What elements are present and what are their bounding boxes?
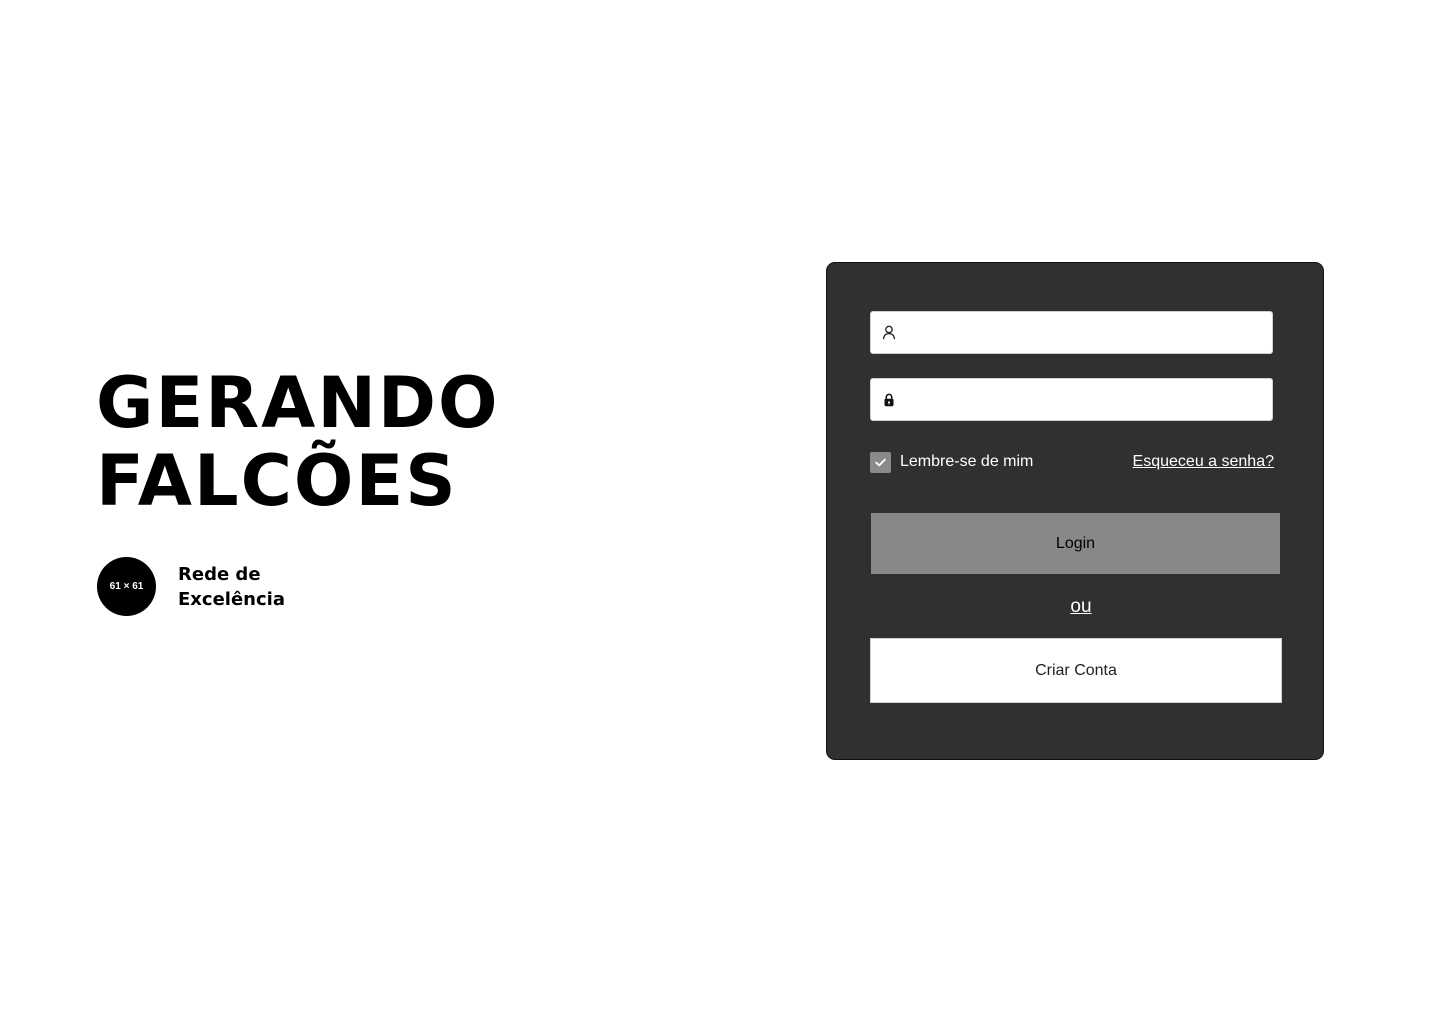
network-logo-placeholder: 61 × 61 — [97, 557, 156, 616]
login-page: GERANDO FALCÕES 61 × 61 Rede de Excelênc… — [0, 0, 1440, 1024]
forgot-password-link[interactable]: Esqueceu a senha? — [1133, 453, 1274, 471]
username-input[interactable] — [907, 312, 1272, 353]
remember-label: Lembre-se de mim — [900, 453, 1034, 470]
brand-title-line1: GERANDO — [96, 362, 500, 444]
or-separator: ou — [1070, 596, 1092, 617]
password-input[interactable] — [907, 379, 1272, 420]
password-field[interactable] — [870, 378, 1273, 421]
username-field[interactable] — [870, 311, 1273, 354]
network-label-line2: Excelência — [178, 588, 285, 610]
login-button[interactable]: Login — [871, 513, 1280, 574]
remember-me[interactable]: Lembre-se de mim — [870, 451, 1034, 473]
remember-checkbox[interactable] — [870, 451, 891, 473]
badge-text: 61 × 61 — [109, 581, 144, 592]
create-account-button[interactable]: Criar Conta — [870, 638, 1282, 703]
login-options: Lembre-se de mim Esqueceu a senha? — [870, 451, 1274, 473]
network-label: Rede de Excelência — [178, 562, 285, 612]
user-icon — [871, 312, 907, 353]
login-card: Lembre-se de mim Esqueceu a senha? Login… — [826, 262, 1324, 760]
network-block: 61 × 61 Rede de Excelência — [97, 557, 285, 616]
brand-title: GERANDO FALCÕES — [96, 364, 500, 520]
lock-icon — [871, 379, 907, 420]
network-label-line1: Rede de — [178, 563, 261, 585]
brand-title-line2: FALCÕES — [96, 440, 458, 522]
check-icon — [875, 458, 886, 466]
